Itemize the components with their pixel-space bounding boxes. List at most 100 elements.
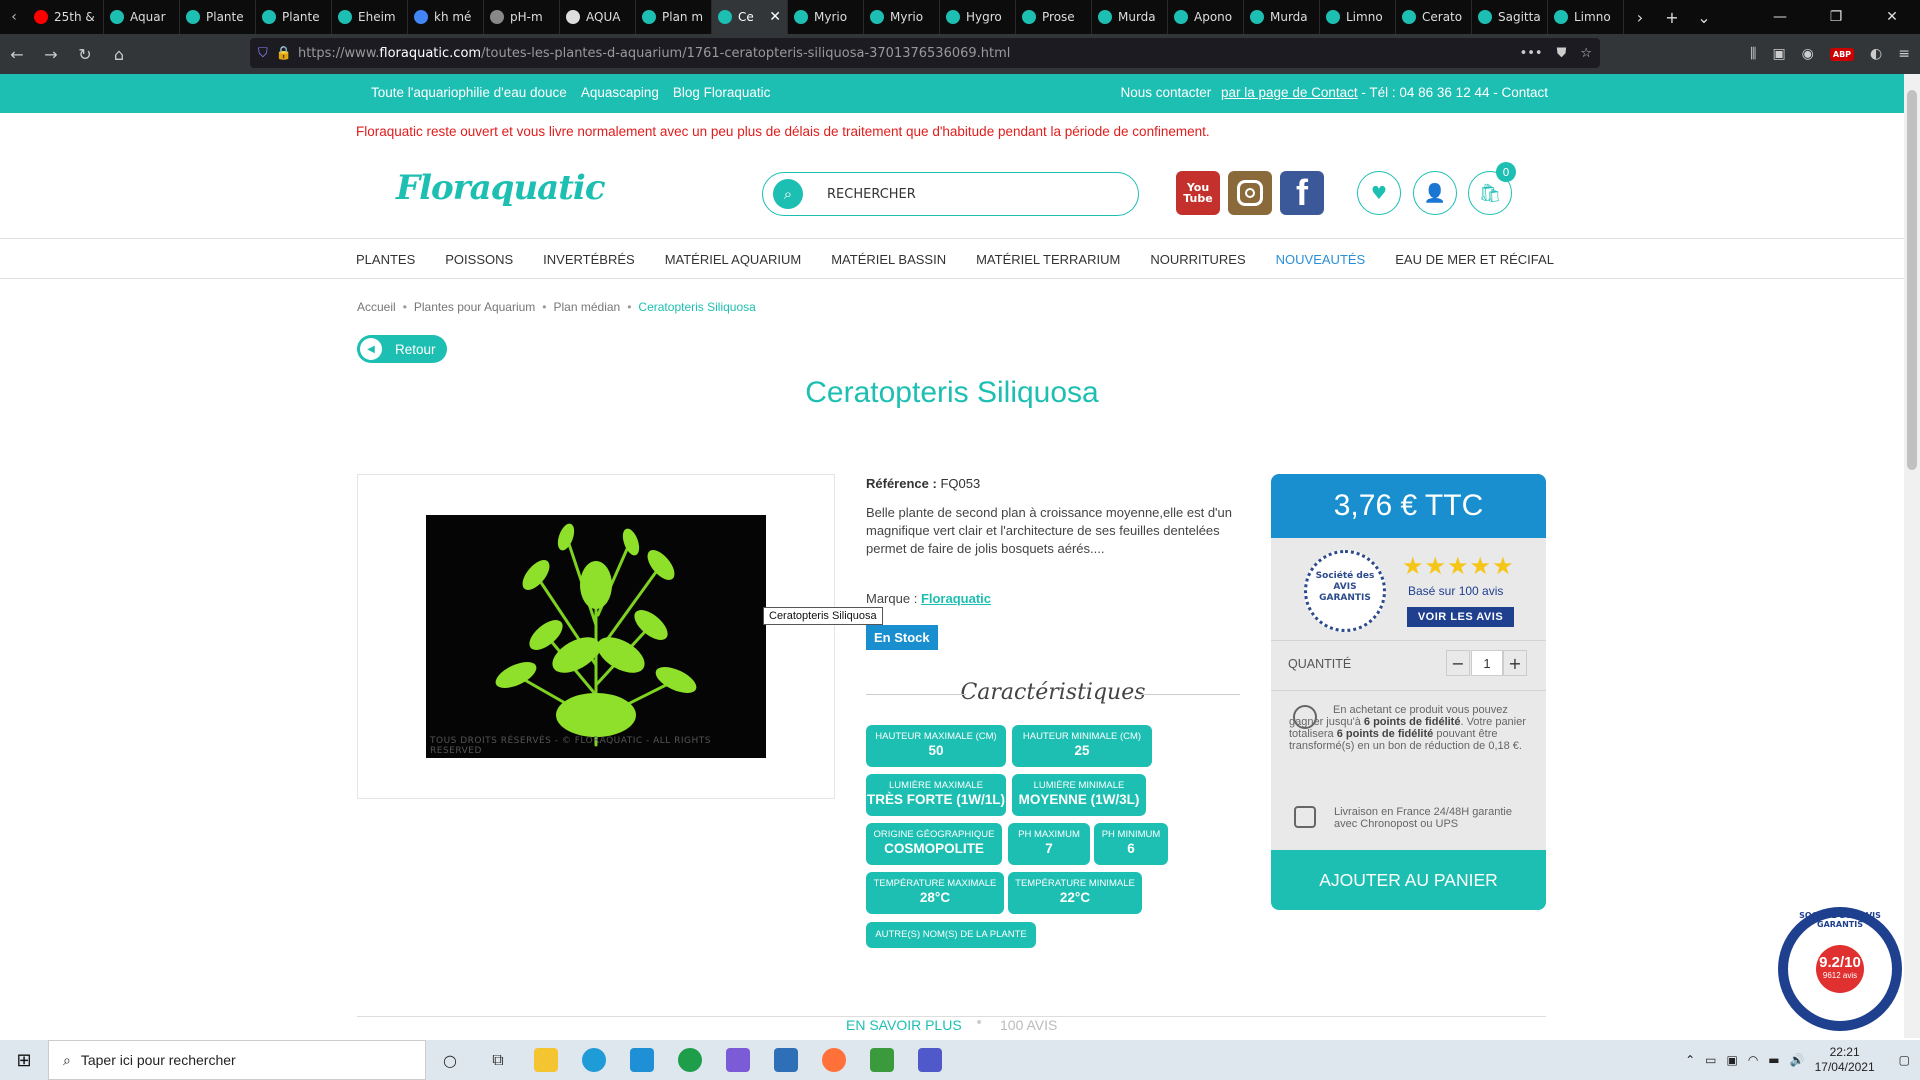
browser-tab[interactable]: Myrio [864,0,940,34]
nav-item[interactable]: EAU DE MER ET RÉCIFAL [1395,252,1554,267]
instagram-icon[interactable] [1228,171,1272,215]
taskbar-search[interactable]: ⌕ Taper ici pour rechercher [48,1040,426,1080]
app-chat-icon[interactable] [714,1040,762,1080]
app-chart-icon[interactable] [858,1040,906,1080]
browser-tab[interactable]: Limno [1320,0,1396,34]
nav-item[interactable]: MATÉRIEL BASSIN [831,252,946,267]
bookmark-star-icon[interactable]: ☆ [1580,46,1592,61]
close-tab-icon[interactable]: ✕ [769,9,781,25]
wishlist-icon[interactable]: ♥ [1357,171,1401,215]
browser-tab[interactable]: Ce ✕ [712,0,788,34]
product-photo[interactable]: TOUS DROITS RÉSERVÉS - © FLORAQUATIC - A… [426,515,766,758]
topbar-link[interactable]: Aquascaping [581,85,659,100]
lock-icon[interactable]: 🔒 [276,46,292,61]
tray-wifi-icon[interactable]: ◠ [1748,1053,1758,1067]
system-clock[interactable]: 22:21 17/04/2021 [1815,1045,1875,1075]
tray-app-icon[interactable]: ▣ [1726,1053,1737,1067]
facebook-icon[interactable]: f [1280,171,1324,215]
nav-item[interactable]: MATÉRIEL TERRARIUM [976,252,1120,267]
browser-tab[interactable]: Plan m [636,0,712,34]
browser-tab[interactable]: Myrio [788,0,864,34]
quantity-input[interactable] [1471,650,1503,676]
shield-icon[interactable]: ⛉ [258,46,268,61]
account-icon[interactable]: ◉ [1802,46,1814,62]
topbar-link[interactable]: Toute l'aquariophilie d'eau douce [371,85,567,100]
sidebar-icon[interactable]: ▣ [1772,46,1785,62]
browser-tab[interactable]: pH-m [484,0,560,34]
site-logo[interactable]: Floraquatic [396,168,606,208]
characteristic-chip[interactable]: Autre(s) nom(s) de la plante [866,922,1036,948]
firefox-icon[interactable] [810,1040,858,1080]
tab-scroll-left-icon[interactable]: ‹ [0,0,28,34]
extension-icon[interactable]: ◐ [1870,46,1882,62]
edge-icon[interactable] [570,1040,618,1080]
close-window-icon[interactable]: ✕ [1864,9,1920,25]
back-icon[interactable]: ← [0,45,34,64]
tab-reviews[interactable]: 100 AVIS [1000,1017,1057,1033]
breadcrumb-item[interactable]: Plantes pour Aquarium [414,300,535,314]
browser-tab[interactable]: Sagitta [1472,0,1548,34]
browser-tab[interactable]: Limno [1548,0,1624,34]
file-explorer-icon[interactable] [522,1040,570,1080]
back-button[interactable]: ◀ Retour [357,335,447,363]
reload-icon[interactable]: ↻ [68,45,102,64]
browser-tab[interactable]: Eheim [332,0,408,34]
tab-more-info[interactable]: EN SAVOIR PLUS [840,1017,968,1033]
browser-tab[interactable]: Cerato [1396,0,1472,34]
tray-volume-icon[interactable]: 🔊 [1790,1053,1805,1067]
pocket-icon[interactable]: ⛊ [1557,46,1567,61]
breadcrumb-item[interactable]: Accueil [357,300,396,314]
browser-tab[interactable]: Plante [180,0,256,34]
nav-item[interactable]: INVERTÉBRÉS [543,252,635,267]
tray-device-icon[interactable]: ▭ [1705,1053,1716,1067]
browser-tab[interactable]: 25th & [28,0,104,34]
adblock-icon[interactable]: ABP [1829,47,1855,61]
menu-icon[interactable]: ≡ [1898,46,1910,62]
nav-item[interactable]: PLANTES [356,252,415,267]
page-actions-icon[interactable]: ••• [1520,46,1543,61]
home-icon[interactable]: ⌂ [102,45,136,64]
add-to-cart-button[interactable]: AJOUTER AU PANIER [1271,850,1546,910]
nav-item[interactable]: POISSONS [445,252,513,267]
windows-start-icon[interactable]: ⊞ [0,1040,48,1080]
contact-link[interactable]: par la page de Contact [1221,85,1358,100]
new-tab-icon[interactable]: + [1656,8,1688,27]
browser-tab[interactable]: Murda [1092,0,1168,34]
search-bar[interactable]: ⌕ RECHERCHER [762,172,1139,216]
tab-list-icon[interactable]: ⌄ [1688,8,1720,27]
brand-link[interactable]: Floraquatic [921,591,991,606]
browser-tab[interactable]: Aquar [104,0,180,34]
browser-tab[interactable]: Apono [1168,0,1244,34]
minimize-icon[interactable]: — [1752,9,1808,25]
breadcrumb-item[interactable]: Plan médian [554,300,621,314]
see-reviews-button[interactable]: VOIR LES AVIS [1407,607,1514,627]
topbar-link[interactable]: Blog Floraquatic [673,85,771,100]
youtube-icon[interactable]: You Tube [1176,171,1220,215]
search-input[interactable]: RECHERCHER [827,187,916,202]
quantity-decrease-button[interactable]: − [1446,650,1470,676]
avis-garantis-seal[interactable]: SOCIÉTÉ DES AVIS GARANTIS 9.2/10 9612 av… [1778,907,1902,1031]
browser-tab[interactable]: Prose [1016,0,1092,34]
quantity-increase-button[interactable]: + [1503,650,1527,676]
search-icon[interactable]: ⌕ [773,179,803,209]
app-l-icon[interactable] [618,1040,666,1080]
task-view-icon[interactable]: ⧉ [474,1040,522,1080]
teams-icon[interactable] [906,1040,954,1080]
tray-chevron-icon[interactable]: ⌃ [1685,1053,1695,1067]
nav-item[interactable]: NOUVEAUTÉS [1276,252,1366,267]
scrollbar-thumb[interactable] [1907,90,1917,470]
app-green-icon[interactable] [666,1040,714,1080]
notification-icon[interactable]: ▢ [1899,1053,1910,1067]
forward-icon[interactable]: → [34,45,68,64]
url-bar[interactable]: ⛉ 🔒 https://www. floraquatic.com/toutes-l… [250,38,1600,68]
tab-scroll-right-icon[interactable]: › [1624,8,1656,27]
nav-item[interactable]: NOURRITURES [1150,252,1245,267]
browser-tab[interactable]: kh mé [408,0,484,34]
user-account-icon[interactable]: 👤 [1413,171,1457,215]
cortana-icon[interactable]: ○ [426,1040,474,1080]
browser-tab[interactable]: AQUA [560,0,636,34]
browser-tab[interactable]: Plante [256,0,332,34]
page-scrollbar[interactable] [1904,74,1920,1038]
nav-item[interactable]: MATÉRIEL AQUARIUM [665,252,802,267]
photos-icon[interactable] [762,1040,810,1080]
